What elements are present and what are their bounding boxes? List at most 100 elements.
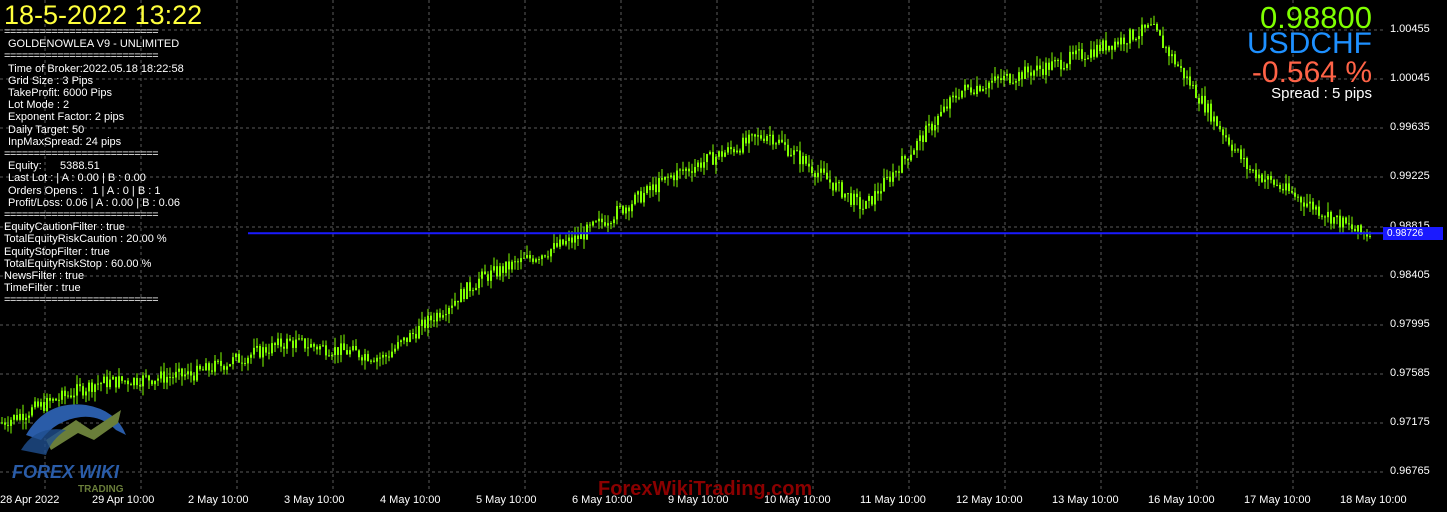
candle-body [991,80,993,83]
price-axis-label: 0.97995 [1390,318,1430,330]
candle-body [454,300,456,306]
logo-text: FOREX WIKI [12,462,119,482]
candle-body [838,182,840,184]
candle-body [136,377,138,386]
candle-body [1270,176,1272,180]
candle-body [604,222,606,226]
separator-line: ========================== [4,26,159,38]
candle-body [1294,192,1296,197]
candle-body [1081,49,1083,59]
price-axis-label: 0.96765 [1390,465,1430,477]
filter-line: TotalEquityRiskStop : 60.00 % [4,257,152,270]
candle-body [442,315,444,318]
candle-body [475,288,477,291]
candle-body [601,218,603,223]
candle-body [865,200,867,209]
candle-body [91,382,93,392]
candle-body [211,370,213,372]
candle-body [139,385,141,387]
candle-body [640,191,642,203]
candle-body [715,156,717,165]
candle-body [1012,82,1014,84]
candle-body [1147,24,1149,28]
candle-body [925,125,927,142]
candle-body [757,135,759,137]
candle-body [673,175,675,181]
candle-body [1198,97,1200,104]
candle-body [916,140,918,151]
candle-body [256,345,258,348]
candle-body [502,266,504,273]
candle-body [835,182,837,191]
candle-body [643,193,645,203]
candle-body [760,135,762,139]
candle-body [484,271,486,275]
candle-body [856,193,858,198]
candle-body [610,223,612,225]
candle-body [1069,51,1071,65]
candle-body [1171,54,1173,57]
candle-body [1144,24,1146,28]
candle-body [298,338,300,340]
candle-body [736,150,738,153]
candle-body [1231,144,1233,151]
candle-body [367,354,369,361]
price-chart[interactable] [0,0,1383,491]
candle-body [1234,149,1236,151]
time-axis-label: 4 May 10:00 [380,494,441,506]
candle-body [889,176,891,182]
candle-body [826,172,828,180]
candle-body [808,163,810,167]
candle-body [1360,225,1362,233]
candle-body [964,84,966,91]
candle-body [409,333,411,342]
candle-body [1132,29,1134,40]
candle-body [127,380,129,385]
chart-canvas[interactable] [0,0,1383,491]
candle-body [796,150,798,152]
candle-body [550,249,552,257]
candle-body [739,150,741,153]
candle-body [304,338,306,349]
candle-body [1105,40,1107,51]
candle-body [1045,62,1047,75]
candle-body [196,365,198,381]
filter-line: EquityCautionFilter : true [4,221,126,234]
candle-body [655,184,657,193]
candle-body [886,176,888,178]
candle-body [262,347,264,358]
candle-body [1333,217,1335,224]
candle-body [1258,174,1260,179]
candle-body [790,154,792,156]
setting-line: Time of Broker:2022.05.18 18:22:58 [8,62,184,75]
candle-body [403,337,405,341]
candle-body [400,340,402,343]
candle-body [232,357,234,365]
candle-body [1177,64,1179,67]
candle-body [622,206,624,214]
candle-body [187,371,189,375]
candle-body [775,143,777,145]
candle-body [1048,62,1050,70]
candle-body [166,376,168,383]
candle-body [493,266,495,271]
candle-body [514,261,516,263]
candle-body [862,208,864,210]
candle-body [961,90,963,98]
candle-body [823,168,825,173]
candle-body [370,360,372,362]
candle-body [940,111,942,116]
candle-body [238,353,240,363]
candle-body [289,338,291,341]
candle-body [1195,85,1197,98]
candle-body [133,377,135,386]
candle-body [1072,51,1074,55]
candle-body [1237,149,1239,151]
time-axis-label: 18 May 10:00 [1340,494,1407,506]
candle-body [1129,29,1131,44]
candle-body [1267,176,1269,180]
candle-body [505,261,507,273]
account-line: Profit/Loss: 0.06 | A : 0.00 | B : 0.06 [8,196,181,209]
candle-body [100,383,102,385]
candle-body [382,354,384,358]
